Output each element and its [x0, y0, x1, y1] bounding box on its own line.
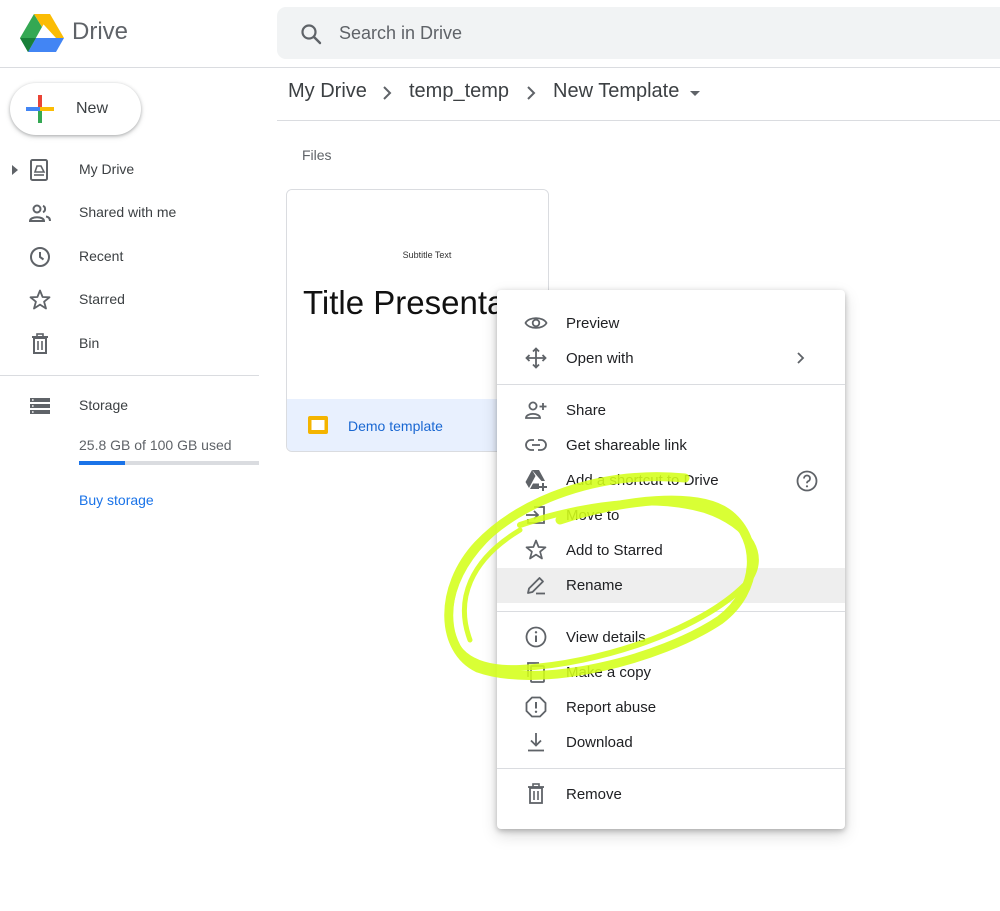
- menu-item-label: Preview: [566, 315, 620, 332]
- chevron-right-icon: [797, 352, 805, 364]
- trash-icon: [32, 333, 48, 354]
- chevron-right-icon: [383, 86, 392, 100]
- shared-icon: [28, 204, 51, 222]
- menu-item-label: Download: [566, 734, 633, 751]
- menu-item-label: Add to Starred: [566, 542, 663, 559]
- person-add-icon: [525, 401, 547, 419]
- sidebar-item-label: My Drive: [79, 161, 135, 177]
- dropdown-arrow-icon[interactable]: [688, 88, 702, 98]
- search-bar[interactable]: [277, 7, 1000, 59]
- sidebar-item-label: Recent: [79, 248, 124, 264]
- new-button-label: New: [76, 100, 109, 117]
- menu-item-label: Move to: [566, 507, 620, 524]
- sidebar-item-label: Shared with me: [79, 204, 177, 220]
- storage-usage-fill: [79, 461, 126, 465]
- context-menu: Preview Open with Share Get shareable li…: [497, 290, 845, 829]
- menu-divider: [497, 768, 845, 769]
- menu-item-label: Report abuse: [566, 699, 657, 716]
- app-header: Drive: [0, 0, 1000, 68]
- menu-divider: [497, 384, 845, 385]
- menu-item-rename[interactable]: Rename: [497, 568, 845, 603]
- sidebar-item-shared-with-me[interactable]: Shared with me: [0, 193, 260, 233]
- storage-label: Storage: [79, 397, 129, 413]
- sidebar-item-label: Bin: [79, 335, 100, 351]
- menu-item-label: Open with: [566, 350, 634, 367]
- menu-item-preview[interactable]: Preview: [497, 306, 845, 341]
- menu-item-add-shortcut[interactable]: Add a shortcut to Drive: [497, 463, 845, 498]
- drive-shortcut-icon: [525, 470, 547, 491]
- menu-item-download[interactable]: Download: [497, 725, 845, 760]
- sidebar-divider: [0, 375, 259, 376]
- info-icon: [525, 626, 547, 648]
- menu-item-label: View details: [566, 629, 646, 646]
- thumbnail-subtitle: Subtitle Text: [402, 250, 452, 260]
- buy-storage-link[interactable]: Buy storage: [79, 492, 154, 508]
- sidebar-item-label: Starred: [79, 291, 125, 307]
- new-button[interactable]: New: [10, 83, 141, 135]
- move-to-icon: [526, 506, 545, 524]
- help-icon[interactable]: [795, 469, 819, 493]
- file-name: Demo template: [348, 418, 443, 434]
- menu-item-label: Rename: [566, 577, 623, 594]
- menu-item-label: Get shareable link: [566, 437, 687, 454]
- main-divider: [277, 120, 1000, 121]
- menu-item-get-shareable-link[interactable]: Get shareable link: [497, 428, 845, 463]
- my-drive-icon: [30, 159, 48, 181]
- menu-item-add-to-starred[interactable]: Add to Starred: [497, 533, 845, 568]
- report-icon: [525, 696, 547, 718]
- drive-logo-icon[interactable]: [20, 14, 64, 52]
- slides-icon: [308, 416, 328, 434]
- move-icon: [525, 347, 547, 369]
- menu-item-move-to[interactable]: Move to: [497, 498, 845, 533]
- menu-item-label: Add a shortcut to Drive: [566, 472, 719, 489]
- menu-item-label: Share: [566, 402, 607, 419]
- sidebar-item-bin[interactable]: Bin: [0, 324, 260, 364]
- expand-caret-icon[interactable]: [10, 163, 20, 177]
- pencil-icon: [527, 577, 545, 595]
- clock-icon: [30, 247, 50, 267]
- link-icon: [525, 439, 547, 451]
- menu-item-share[interactable]: Share: [497, 393, 845, 428]
- star-icon: [29, 289, 51, 310]
- chevron-right-icon: [527, 86, 536, 100]
- menu-item-open-with[interactable]: Open with: [497, 341, 845, 376]
- menu-item-report-abuse[interactable]: Report abuse: [497, 690, 845, 725]
- menu-divider: [497, 611, 845, 612]
- files-section-title: Files: [302, 147, 332, 163]
- sidebar-item-my-drive[interactable]: My Drive: [0, 150, 260, 190]
- storage-usage-text: 25.8 GB of 100 GB used: [79, 437, 232, 453]
- breadcrumb-temp-temp[interactable]: temp_temp: [409, 80, 509, 103]
- menu-item-view-details[interactable]: View details: [497, 620, 845, 655]
- sidebar-item-recent[interactable]: Recent: [0, 237, 260, 277]
- sidebar-item-starred[interactable]: Starred: [0, 280, 260, 320]
- app-title: Drive: [72, 18, 129, 45]
- breadcrumb-my-drive[interactable]: My Drive: [288, 80, 367, 103]
- copy-icon: [527, 662, 545, 683]
- breadcrumb-current-folder[interactable]: New Template: [553, 80, 679, 103]
- trash-icon: [528, 783, 544, 804]
- plus-icon: [26, 95, 54, 123]
- sidebar-item-storage[interactable]: Storage: [0, 386, 260, 426]
- search-input[interactable]: [339, 7, 939, 59]
- download-icon: [528, 733, 544, 752]
- storage-usage-bar: [79, 461, 259, 465]
- menu-item-make-a-copy[interactable]: Make a copy: [497, 655, 845, 690]
- menu-item-label: Make a copy: [566, 664, 652, 681]
- star-outline-icon: [525, 539, 547, 560]
- storage-icon: [30, 398, 50, 414]
- menu-item-label: Remove: [566, 786, 622, 803]
- search-icon[interactable]: [299, 22, 323, 46]
- menu-item-remove[interactable]: Remove: [497, 777, 845, 812]
- eye-icon: [524, 317, 548, 329]
